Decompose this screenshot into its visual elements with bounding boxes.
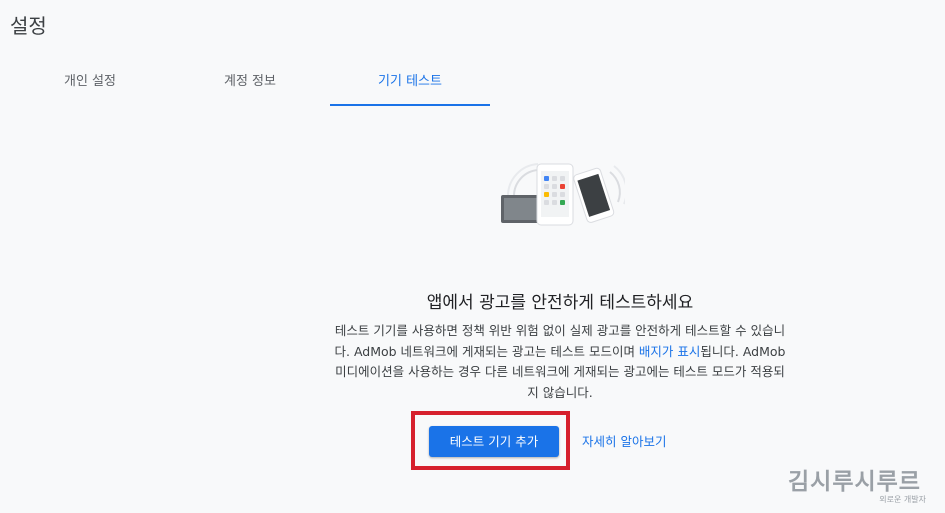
section-heading: 앱에서 광고를 안전하게 테스트하세요 [426, 293, 694, 313]
description-text: 테스트 기기를 사용하면 정책 위반 위험 없이 실제 광고를 안전하게 테스트… [330, 321, 790, 403]
learn-more-link[interactable]: 자세히 알아보기 [582, 426, 666, 457]
devices-illustration [501, 163, 625, 226]
page-title: 설정 [10, 14, 47, 38]
tab-bar: 개인 설정 계정 정보 기기 테스트 [10, 64, 490, 106]
badge-link[interactable]: 배지가 표시 [639, 344, 700, 359]
tab-device-test[interactable]: 기기 테스트 [330, 64, 490, 106]
watermark-main-text: 김시루시루르 [788, 469, 921, 495]
add-test-device-button[interactable]: 테스트 기기 추가 [429, 426, 559, 457]
watermark: 김시루시루르 외로운 개발자 [788, 462, 938, 505]
tab-account-info[interactable]: 계정 정보 [170, 64, 330, 106]
tab-personal-settings[interactable]: 개인 설정 [10, 64, 170, 106]
